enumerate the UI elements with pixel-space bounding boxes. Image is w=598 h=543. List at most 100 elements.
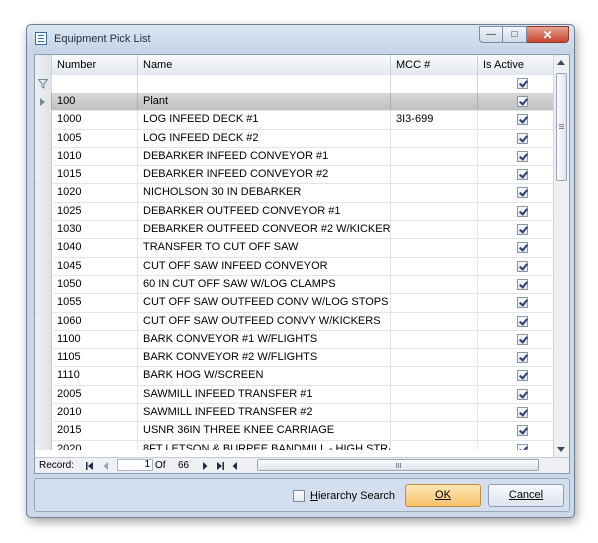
cell-name[interactable]: Plant bbox=[138, 93, 391, 111]
scroll-up-icon[interactable] bbox=[557, 60, 565, 65]
table-row[interactable]: 1005 LOG INFEED DECK #2 bbox=[35, 129, 554, 148]
first-record-icon[interactable] bbox=[85, 461, 95, 471]
cell-is-active[interactable] bbox=[478, 166, 554, 184]
is-active-checkbox[interactable] bbox=[517, 443, 528, 450]
cell-is-active[interactable] bbox=[478, 239, 554, 257]
cell-is-active[interactable] bbox=[478, 129, 554, 147]
cell-is-active[interactable] bbox=[478, 93, 554, 111]
table-row[interactable]: 1030 DEBARKER OUTFEED CONVEOR #2 W/KICKER… bbox=[35, 221, 554, 240]
is-active-checkbox[interactable] bbox=[517, 352, 528, 364]
cell-is-active[interactable] bbox=[478, 367, 554, 385]
row-indicator[interactable] bbox=[35, 422, 52, 440]
is-active-checkbox[interactable] bbox=[517, 425, 528, 437]
next-record-icon[interactable] bbox=[200, 461, 210, 471]
cell-is-active[interactable] bbox=[478, 349, 554, 367]
cell-name[interactable]: NICHOLSON 30 IN DEBARKER bbox=[138, 184, 391, 202]
cell-name[interactable]: DEBARKER OUTFEED CONVEOR #2 W/KICKERS bbox=[138, 221, 391, 239]
scroll-down-icon[interactable] bbox=[557, 447, 565, 452]
cell-name[interactable]: BARK CONVEYOR #2 W/FLIGHTS bbox=[138, 349, 391, 367]
table-row[interactable]: 2015 USNR 36IN THREE KNEE CARRIAGE bbox=[35, 422, 554, 441]
row-indicator[interactable] bbox=[35, 221, 52, 239]
cell-mcc[interactable] bbox=[391, 367, 478, 385]
cell-number[interactable]: 1110 bbox=[52, 367, 138, 385]
is-active-checkbox[interactable] bbox=[517, 315, 528, 327]
cell-is-active[interactable] bbox=[478, 312, 554, 330]
filter-is-active-cell[interactable] bbox=[478, 75, 554, 93]
is-active-checkbox[interactable] bbox=[517, 297, 528, 309]
is-active-checkbox[interactable] bbox=[517, 370, 528, 382]
row-indicator[interactable] bbox=[35, 93, 52, 111]
cell-number[interactable]: 2015 bbox=[52, 422, 138, 440]
cell-number[interactable]: 1010 bbox=[52, 147, 138, 166]
row-indicator[interactable] bbox=[35, 275, 52, 294]
is-active-checkbox[interactable] bbox=[517, 169, 528, 181]
maximize-button[interactable]: □ bbox=[503, 26, 527, 43]
row-indicator[interactable] bbox=[35, 147, 52, 166]
table-row[interactable]: 1025 DEBARKER OUTFEED CONVEYOR #1 bbox=[35, 202, 554, 222]
cell-number[interactable]: 2010 bbox=[52, 404, 138, 422]
cell-mcc[interactable] bbox=[391, 202, 478, 221]
filter-is-active-checkbox[interactable] bbox=[517, 78, 528, 89]
column-header-name[interactable]: Name bbox=[138, 55, 391, 75]
cell-number[interactable]: 2005 bbox=[52, 385, 138, 404]
cell-number[interactable]: 1045 bbox=[52, 257, 138, 275]
is-active-checkbox[interactable] bbox=[517, 242, 528, 254]
cell-name[interactable]: LOG INFEED DECK #2 bbox=[138, 129, 391, 147]
table-row[interactable]: 100 Plant bbox=[35, 93, 554, 112]
row-indicator[interactable] bbox=[35, 349, 52, 367]
table-row[interactable]: 1055 CUT OFF SAW OUTFEED CONV W/LOG STOPS bbox=[35, 294, 554, 313]
is-active-checkbox[interactable] bbox=[517, 224, 528, 236]
current-record-input[interactable]: 1 bbox=[117, 459, 153, 471]
row-indicator[interactable] bbox=[35, 330, 52, 349]
table-row[interactable]: 1015 DEBARKER INFEED CONVEYOR #2 bbox=[35, 166, 554, 185]
row-indicator[interactable] bbox=[35, 385, 52, 404]
column-header-number[interactable]: Number bbox=[52, 55, 138, 75]
filter-name-input[interactable] bbox=[138, 75, 391, 93]
cell-is-active[interactable] bbox=[478, 294, 554, 312]
table-row[interactable]: 1010 DEBARKER INFEED CONVEYOR #1 bbox=[35, 147, 554, 167]
table-row[interactable]: 2005 SAWMILL INFEED TRANSFER #1 bbox=[35, 385, 554, 405]
hierarchy-search-option[interactable]: Hierarchy Search bbox=[293, 489, 395, 503]
row-indicator[interactable] bbox=[35, 440, 52, 450]
table-row[interactable]: 1050 60 IN CUT OFF SAW W/LOG CLAMPS bbox=[35, 275, 554, 295]
ok-button[interactable]: OK bbox=[405, 484, 481, 507]
cell-is-active[interactable] bbox=[478, 330, 554, 349]
is-active-checkbox[interactable] bbox=[517, 407, 528, 419]
cell-name[interactable]: SAWMILL INFEED TRANSFER #1 bbox=[138, 385, 391, 404]
cell-is-active[interactable] bbox=[478, 440, 554, 450]
cell-is-active[interactable] bbox=[478, 385, 554, 404]
row-indicator[interactable] bbox=[35, 404, 52, 422]
table-row[interactable]: 1040 TRANSFER TO CUT OFF SAW bbox=[35, 239, 554, 258]
horizontal-scrollbar[interactable] bbox=[245, 459, 553, 472]
row-indicator[interactable] bbox=[35, 257, 52, 275]
cell-number[interactable]: 100 bbox=[52, 93, 138, 111]
vertical-scroll-thumb[interactable] bbox=[556, 73, 567, 181]
cell-name[interactable]: LOG INFEED DECK #1 bbox=[138, 111, 391, 129]
title-bar[interactable]: Equipment Pick List — □ ✕ bbox=[27, 25, 574, 53]
row-indicator[interactable] bbox=[35, 239, 52, 257]
cell-number[interactable]: 1005 bbox=[52, 129, 138, 147]
cell-mcc[interactable] bbox=[391, 275, 478, 294]
is-active-checkbox[interactable] bbox=[517, 260, 528, 272]
row-indicator[interactable] bbox=[35, 184, 52, 202]
is-active-checkbox[interactable] bbox=[517, 187, 528, 199]
cell-number[interactable]: 1015 bbox=[52, 166, 138, 184]
cell-is-active[interactable] bbox=[478, 404, 554, 422]
cell-number[interactable]: 1025 bbox=[52, 202, 138, 221]
last-record-icon[interactable] bbox=[215, 461, 225, 471]
row-indicator[interactable] bbox=[35, 202, 52, 221]
is-active-checkbox[interactable] bbox=[517, 132, 528, 144]
cell-mcc[interactable] bbox=[391, 440, 478, 450]
filter-mcc-input[interactable] bbox=[391, 75, 478, 93]
is-active-checkbox[interactable] bbox=[517, 96, 528, 107]
cell-name[interactable]: 8FT LETSON & BURPEE BANDMILL - HIGH STRA… bbox=[138, 440, 391, 450]
table-row[interactable]: 1000 LOG INFEED DECK #1 3I3-699 bbox=[35, 111, 554, 130]
cell-mcc[interactable] bbox=[391, 349, 478, 367]
cell-name[interactable]: CUT OFF SAW INFEED CONVEYOR bbox=[138, 257, 391, 275]
cell-mcc[interactable] bbox=[391, 93, 478, 111]
cancel-button[interactable]: Cancel bbox=[488, 484, 564, 507]
row-indicator[interactable] bbox=[35, 312, 52, 330]
cell-mcc[interactable] bbox=[391, 312, 478, 330]
cell-name[interactable]: SAWMILL INFEED TRANSFER #2 bbox=[138, 404, 391, 422]
cell-number[interactable]: 1020 bbox=[52, 184, 138, 202]
